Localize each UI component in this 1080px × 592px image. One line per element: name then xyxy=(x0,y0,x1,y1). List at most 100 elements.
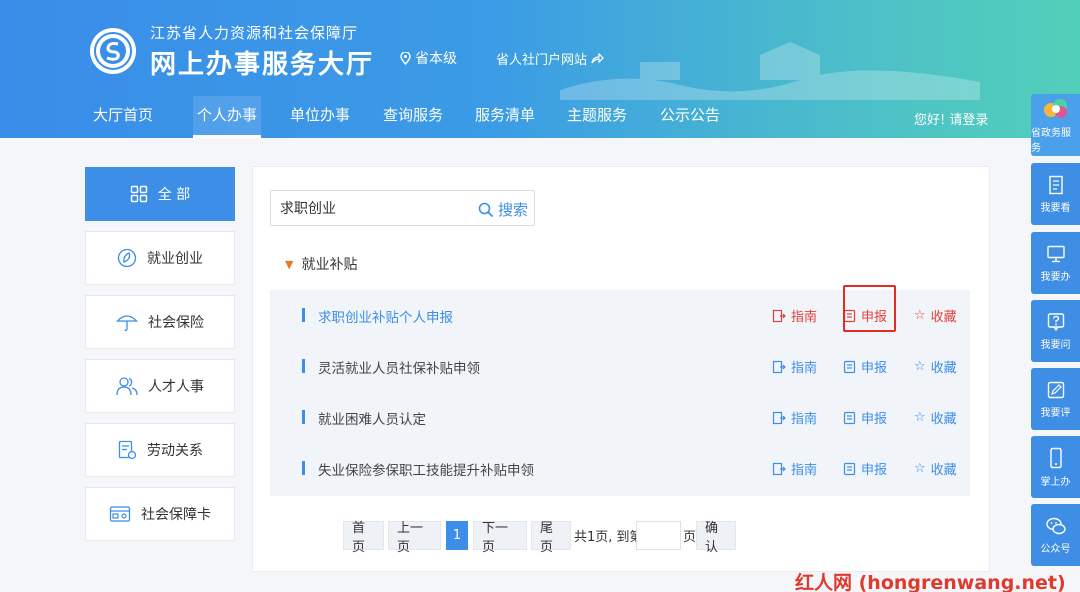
page-first-button[interactable]: 首页 xyxy=(343,521,384,555)
apply-form-icon xyxy=(843,411,856,424)
guide-link[interactable]: 指南 xyxy=(772,357,817,376)
sidebar-item-label: 人才人事 xyxy=(148,379,204,395)
apply-link[interactable]: 申报 xyxy=(843,357,887,376)
page-current-button[interactable]: 1 xyxy=(446,521,468,550)
nav-topics[interactable]: 主题服务 xyxy=(561,96,633,138)
portal-link[interactable]: 省人社门户网站 xyxy=(496,49,604,68)
rbar-gov-service[interactable]: 省政务服务 xyxy=(1031,94,1080,156)
org-name: 江苏省人力资源和社会保障厅 xyxy=(150,24,359,42)
rbar-mobile[interactable]: 掌上办 xyxy=(1031,436,1080,498)
gov-logo-icon xyxy=(1043,99,1067,118)
page: 江苏省人力资源和社会保障厅 网上办事服务大厅 省本级 省人社门户网站 大厅首页 … xyxy=(0,0,1080,592)
login-link[interactable]: 您好! 请登录 xyxy=(914,109,988,128)
service-title[interactable]: 灵活就业人员社保补贴申领 xyxy=(318,357,480,377)
edit-icon xyxy=(1047,381,1064,398)
caret-down-icon: ▼ xyxy=(285,257,294,271)
favorite-label: 收藏 xyxy=(930,310,957,325)
book-icon xyxy=(1048,175,1063,194)
guide-icon xyxy=(772,360,786,373)
star-icon: ☆ xyxy=(914,359,926,374)
category-label: 就业补贴 xyxy=(301,257,358,273)
rbar-review[interactable]: 我要评 xyxy=(1031,368,1080,430)
nav-company[interactable]: 单位办事 xyxy=(284,96,356,138)
favorite-label: 收藏 xyxy=(930,412,957,427)
nav-notices[interactable]: 公示公告 xyxy=(654,96,726,138)
region-selector[interactable]: 省本级 xyxy=(400,48,457,68)
grid-icon xyxy=(130,185,147,203)
logo[interactable] xyxy=(90,28,136,74)
favorite-link[interactable]: ☆ 收藏 xyxy=(914,306,957,325)
guide-link[interactable]: 指南 xyxy=(772,459,817,478)
rbar-label: 我要办 xyxy=(1040,271,1071,283)
sidebar-item-label: 社会保障卡 xyxy=(141,507,211,523)
row-marker xyxy=(302,461,305,475)
rbar-label: 公众号 xyxy=(1040,543,1071,555)
category-header[interactable]: ▼ 就业补贴 xyxy=(285,254,357,274)
logo-icon xyxy=(94,32,132,70)
watermark: 红人网 (hongrenwang.net) xyxy=(795,572,1066,592)
star-icon: ☆ xyxy=(914,410,926,425)
question-icon xyxy=(1047,312,1064,331)
star-icon: ☆ xyxy=(914,308,926,323)
favorite-link[interactable]: ☆ 收藏 xyxy=(914,408,957,427)
service-title[interactable]: 失业保险参保职工技能提升补贴申领 xyxy=(318,459,534,479)
rbar-label: 掌上办 xyxy=(1040,476,1071,488)
guide-icon xyxy=(772,462,786,475)
guide-label: 指南 xyxy=(791,310,818,325)
favorite-link[interactable]: ☆ 收藏 xyxy=(914,459,957,478)
rbar-label: 省政务服务 xyxy=(1031,128,1071,154)
sidebar-item-talent[interactable]: 人才人事 xyxy=(85,359,235,413)
guide-icon xyxy=(772,309,786,322)
nav-service-list[interactable]: 服务清单 xyxy=(469,96,541,138)
apply-link[interactable]: 申报 xyxy=(843,408,887,427)
nav-personal[interactable]: 个人办事 xyxy=(193,96,261,138)
service-title[interactable]: 就业困难人员认定 xyxy=(318,408,426,428)
favorite-label: 收藏 xyxy=(930,463,957,478)
sidebar-item-employment[interactable]: 就业创业 xyxy=(85,231,235,285)
guide-link[interactable]: 指南 xyxy=(772,408,817,427)
apply-form-icon xyxy=(843,360,856,373)
search-button-label: 搜索 xyxy=(498,201,529,219)
nav-query[interactable]: 查询服务 xyxy=(377,96,449,138)
card-icon xyxy=(109,506,131,522)
monitor-icon xyxy=(1046,245,1065,262)
rbar-handle[interactable]: 我要办 xyxy=(1031,232,1080,294)
phone-icon xyxy=(1049,447,1062,468)
row-marker xyxy=(302,410,305,424)
search-button[interactable]: 搜索 xyxy=(478,199,528,220)
page-number-input[interactable] xyxy=(636,521,681,550)
rbar-label: 我要看 xyxy=(1040,202,1071,214)
sidebar-item-labor[interactable]: 劳动关系 xyxy=(85,423,235,477)
rbar-ask[interactable]: 我要问 xyxy=(1031,300,1080,362)
rbar-wechat[interactable]: 公众号 xyxy=(1031,504,1080,566)
share-arrow-icon xyxy=(591,53,604,64)
page-prev-button[interactable]: 上一页 xyxy=(388,521,441,555)
portal-link-label: 省人社门户网站 xyxy=(496,53,588,68)
service-title[interactable]: 求职创业补贴个人申报 xyxy=(318,306,453,326)
page-next-button[interactable]: 下一页 xyxy=(473,521,527,555)
region-label: 省本级 xyxy=(415,51,457,67)
site-name: 网上办事服务大厅 xyxy=(150,50,375,80)
rbar-label: 我要评 xyxy=(1040,407,1071,419)
sidebar-item-label: 劳动关系 xyxy=(147,443,203,459)
sidebar-item-all[interactable]: 全 部 xyxy=(85,167,235,221)
sidebar-item-card[interactable]: 社会保障卡 xyxy=(85,487,235,541)
row-marker xyxy=(302,359,305,373)
page-confirm-button[interactable]: 确认 xyxy=(696,521,736,555)
apply-highlight-box xyxy=(843,285,896,332)
rbar-label: 我要问 xyxy=(1040,339,1071,351)
guide-link[interactable]: 指南 xyxy=(772,306,817,325)
apply-label: 申报 xyxy=(861,412,888,427)
favorite-link[interactable]: ☆ 收藏 xyxy=(914,357,957,376)
nav-home[interactable]: 大厅首页 xyxy=(82,96,164,138)
apply-link[interactable]: 申报 xyxy=(843,459,887,478)
sidebar-item-label: 就业创业 xyxy=(147,251,203,267)
row-marker xyxy=(302,308,305,322)
page-last-button[interactable]: 尾页 xyxy=(531,521,571,555)
sidebar-item-insurance[interactable]: 社会保险 xyxy=(85,295,235,349)
skyline-decoration xyxy=(560,42,980,100)
people-icon xyxy=(116,377,138,396)
star-icon: ☆ xyxy=(914,461,926,476)
rbar-view[interactable]: 我要看 xyxy=(1031,163,1080,225)
search-input[interactable] xyxy=(271,191,461,225)
